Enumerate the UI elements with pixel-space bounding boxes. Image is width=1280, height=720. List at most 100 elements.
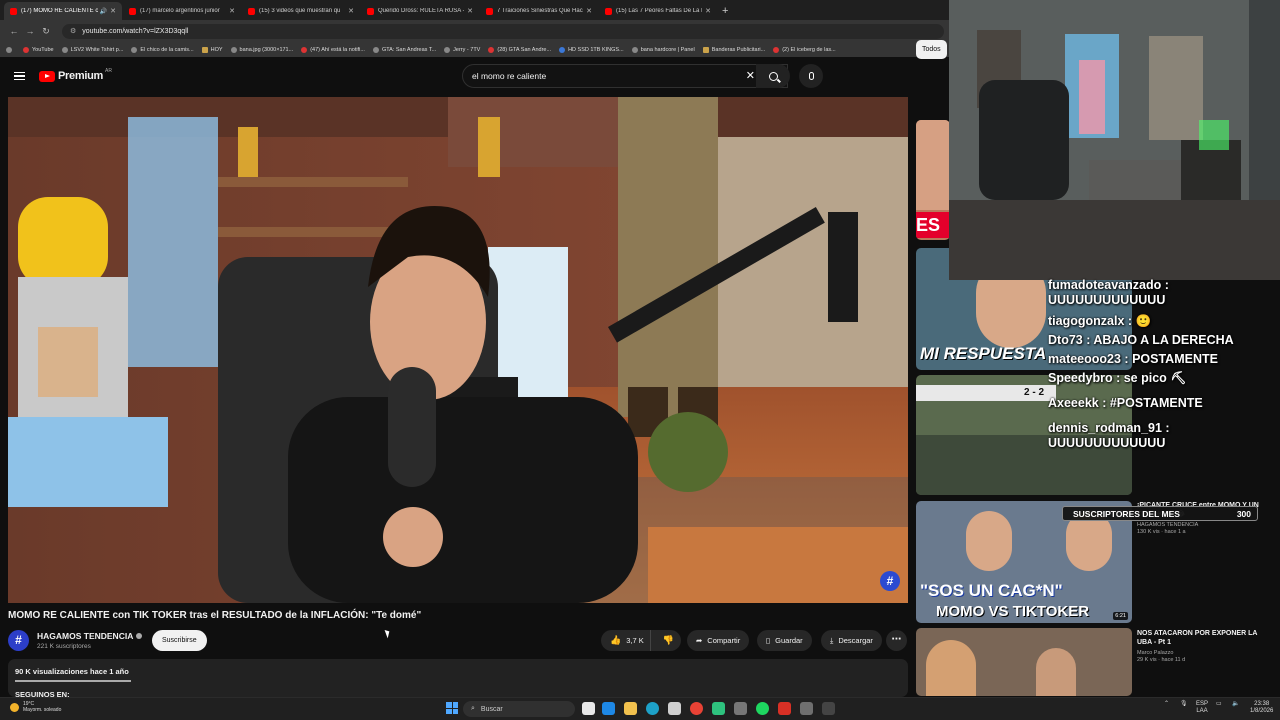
app-icon[interactable]	[734, 702, 747, 715]
download-button[interactable]: ⤓ Descargar	[821, 630, 882, 651]
browser-tab[interactable]: (15) 3 videos que muestran qu ✕	[242, 2, 360, 20]
view-stats: 90 K visualizaciones hace 1 año	[15, 667, 129, 676]
channel-avatar[interactable]: #	[8, 630, 29, 651]
bookmark-item[interactable]: HOY	[201, 46, 223, 53]
url-text: youtube.com/watch?v=lZX3D3qqll	[82, 27, 189, 35]
microphone-icon	[808, 72, 814, 80]
taskbar-search[interactable]: ⌕ Buscar	[463, 701, 575, 717]
youtube-icon	[23, 46, 29, 53]
forward-icon[interactable]: →	[22, 26, 38, 36]
bookmark-item[interactable]: (2) El iceberg de las...	[773, 46, 836, 53]
task-view-icon[interactable]	[582, 702, 595, 715]
back-icon[interactable]: ←	[6, 26, 22, 36]
video-player[interactable]: #	[8, 97, 908, 603]
filter-chip-all[interactable]: Todos	[916, 40, 947, 59]
site-icon	[702, 46, 709, 53]
youtube-play-icon	[39, 70, 55, 82]
bookmark-item[interactable]: (47) Ahí está la notifi...	[301, 46, 365, 53]
chrome-icon[interactable]	[690, 702, 703, 715]
app-icon[interactable]	[822, 702, 835, 715]
save-button[interactable]: ▯ Guardar	[757, 630, 812, 651]
recommendation-title: NOS ATACARON POR EXPONER LA UBA - Pt 1	[1137, 630, 1258, 646]
face-thumbnail	[1036, 648, 1076, 696]
browser-tab[interactable]: 7 Traiciones Siniestras Que Hac ✕	[480, 2, 598, 20]
recommendation-meta: 29 K vis · hace 11 d	[1137, 657, 1186, 663]
like-button[interactable]: 👍 3,7 K	[601, 630, 651, 651]
windows-start-icon[interactable]	[446, 702, 458, 714]
bookmark-item[interactable]: Banderas Publicitari...	[702, 46, 765, 53]
spotify-icon[interactable]	[756, 702, 769, 715]
browser-tab[interactable]: (15) Las 7 Peores Faltas De La I ✕	[599, 2, 717, 20]
search-button[interactable]	[756, 64, 790, 88]
site-info-icon[interactable]: ⚙	[70, 27, 76, 35]
voice-search-button[interactable]	[799, 64, 823, 88]
clock[interactable]: 23:38 1/8/2026	[1250, 701, 1273, 715]
file-explorer-icon[interactable]	[624, 702, 637, 715]
bookmark-item[interactable]: GTA: San Andreas T...	[372, 46, 436, 53]
browser-tab[interactable]: (17) marcelo argentinos junior ✕	[123, 2, 241, 20]
menu-icon[interactable]	[14, 71, 25, 81]
bookmark-item[interactable]: (28) GTA San Andre...	[488, 46, 551, 53]
browser-tab[interactable]: (17) MOMO RE CALIENTE c 🔊 ✕	[4, 2, 122, 20]
app-icon[interactable]	[712, 702, 725, 715]
description-box[interactable]: 90 K visualizaciones hace 1 año SEGUINOS…	[8, 659, 908, 699]
recommendation-thumbnail[interactable]: ES	[916, 120, 950, 240]
app-icon[interactable]	[800, 702, 813, 715]
speaker-icon[interactable]: 🔊	[100, 8, 107, 15]
channel-watermark-icon[interactable]: #	[880, 571, 900, 591]
widgets-icon[interactable]	[602, 702, 615, 715]
weather-widget[interactable]: 19°C Mayorm. soleado	[10, 701, 61, 713]
apps-icon	[6, 46, 12, 53]
tray-chevron-icon[interactable]: ⌃	[1164, 701, 1169, 708]
channel-row: # HAGAMOS TENDENCIA 221 K suscriptores S…	[8, 628, 908, 654]
address-bar[interactable]: ⚙ youtube.com/watch?v=lZX3D3qqll	[62, 23, 944, 39]
reload-icon[interactable]: ↻	[38, 26, 54, 37]
site-icon	[301, 46, 308, 53]
language-indicator[interactable]: ESP LAA	[1196, 701, 1208, 715]
bookmark-item[interactable]: bana.jpg (3000×171...	[230, 46, 293, 53]
volume-icon[interactable]: 🔈	[1232, 701, 1239, 708]
bookmark-item[interactable]: bana hardcore | Panel	[631, 46, 695, 53]
windows-taskbar: 19°C Mayorm. soleado ⌕ Buscar ⌃ 🎙 ESP LAA ▭…	[0, 697, 1280, 720]
subscribe-button[interactable]: Suscribirse	[152, 630, 207, 651]
close-tab-icon[interactable]: ✕	[467, 7, 473, 15]
bookmark-item[interactable]: YouTube	[23, 46, 54, 53]
bookmark-item[interactable]: Jerry - 7TV	[444, 46, 480, 53]
share-button[interactable]: ➦ Compartir	[687, 630, 750, 651]
new-tab-icon[interactable]: +	[722, 2, 728, 20]
edge-icon[interactable]	[646, 702, 659, 715]
like-dislike-group: 👍 3,7 K 👎	[601, 630, 681, 651]
face-thumbnail	[916, 120, 950, 210]
recommendation-info[interactable]: NOS ATACARON POR EXPONER LA UBA - Pt 1 M…	[1137, 629, 1272, 663]
close-tab-icon[interactable]: ✕	[110, 7, 116, 15]
youtube-logo[interactable]: Premium AR	[39, 68, 112, 82]
tray-mic-icon[interactable]: 🎙	[1180, 701, 1188, 708]
recommendation-meta: 130 K vis · hace 1 a	[1137, 529, 1186, 535]
close-tab-icon[interactable]: ✕	[348, 7, 354, 15]
bookmark-item[interactable]: El chico de la camis...	[131, 46, 194, 53]
chat-message-text: UUUUUUUUUUUUU	[1048, 293, 1166, 307]
page-icon	[372, 46, 379, 53]
youtube-page: Premium AR el momo re caliente ✕ # MOMO …	[0, 57, 950, 699]
app-icon[interactable]	[778, 702, 791, 715]
more-actions-icon[interactable]: ⋯	[886, 630, 907, 651]
close-tab-icon[interactable]: ✕	[586, 7, 592, 15]
dislike-button[interactable]: 👎	[656, 635, 681, 646]
bookmark-item[interactable]: LSV2 White Tshirt p...	[61, 46, 123, 53]
network-icon[interactable]: ▭	[1216, 701, 1222, 708]
close-tab-icon[interactable]: ✕	[705, 7, 711, 15]
bookmark-item[interactable]: HD SSD 1TB KINGS...	[559, 46, 624, 53]
chat-message: tiagogonzalx : 🙂	[1048, 314, 1152, 328]
youtube-favicon-icon	[486, 7, 493, 15]
verified-icon	[136, 633, 143, 639]
search-input[interactable]: el momo re caliente ✕	[462, 64, 788, 88]
search-icon: ⌕	[471, 705, 475, 712]
store-icon[interactable]	[668, 702, 681, 715]
clear-search-icon[interactable]: ✕	[746, 69, 755, 82]
channel-name[interactable]: HAGAMOS TENDENCIA	[37, 631, 143, 641]
bookmark-item[interactable]	[6, 46, 15, 53]
recommendation-thumbnail[interactable]	[916, 628, 1132, 696]
close-tab-icon[interactable]: ✕	[229, 7, 235, 15]
browser-tab[interactable]: Querido Dross: RULETA RUSA - ✕	[361, 2, 479, 20]
page-icon	[131, 46, 138, 53]
